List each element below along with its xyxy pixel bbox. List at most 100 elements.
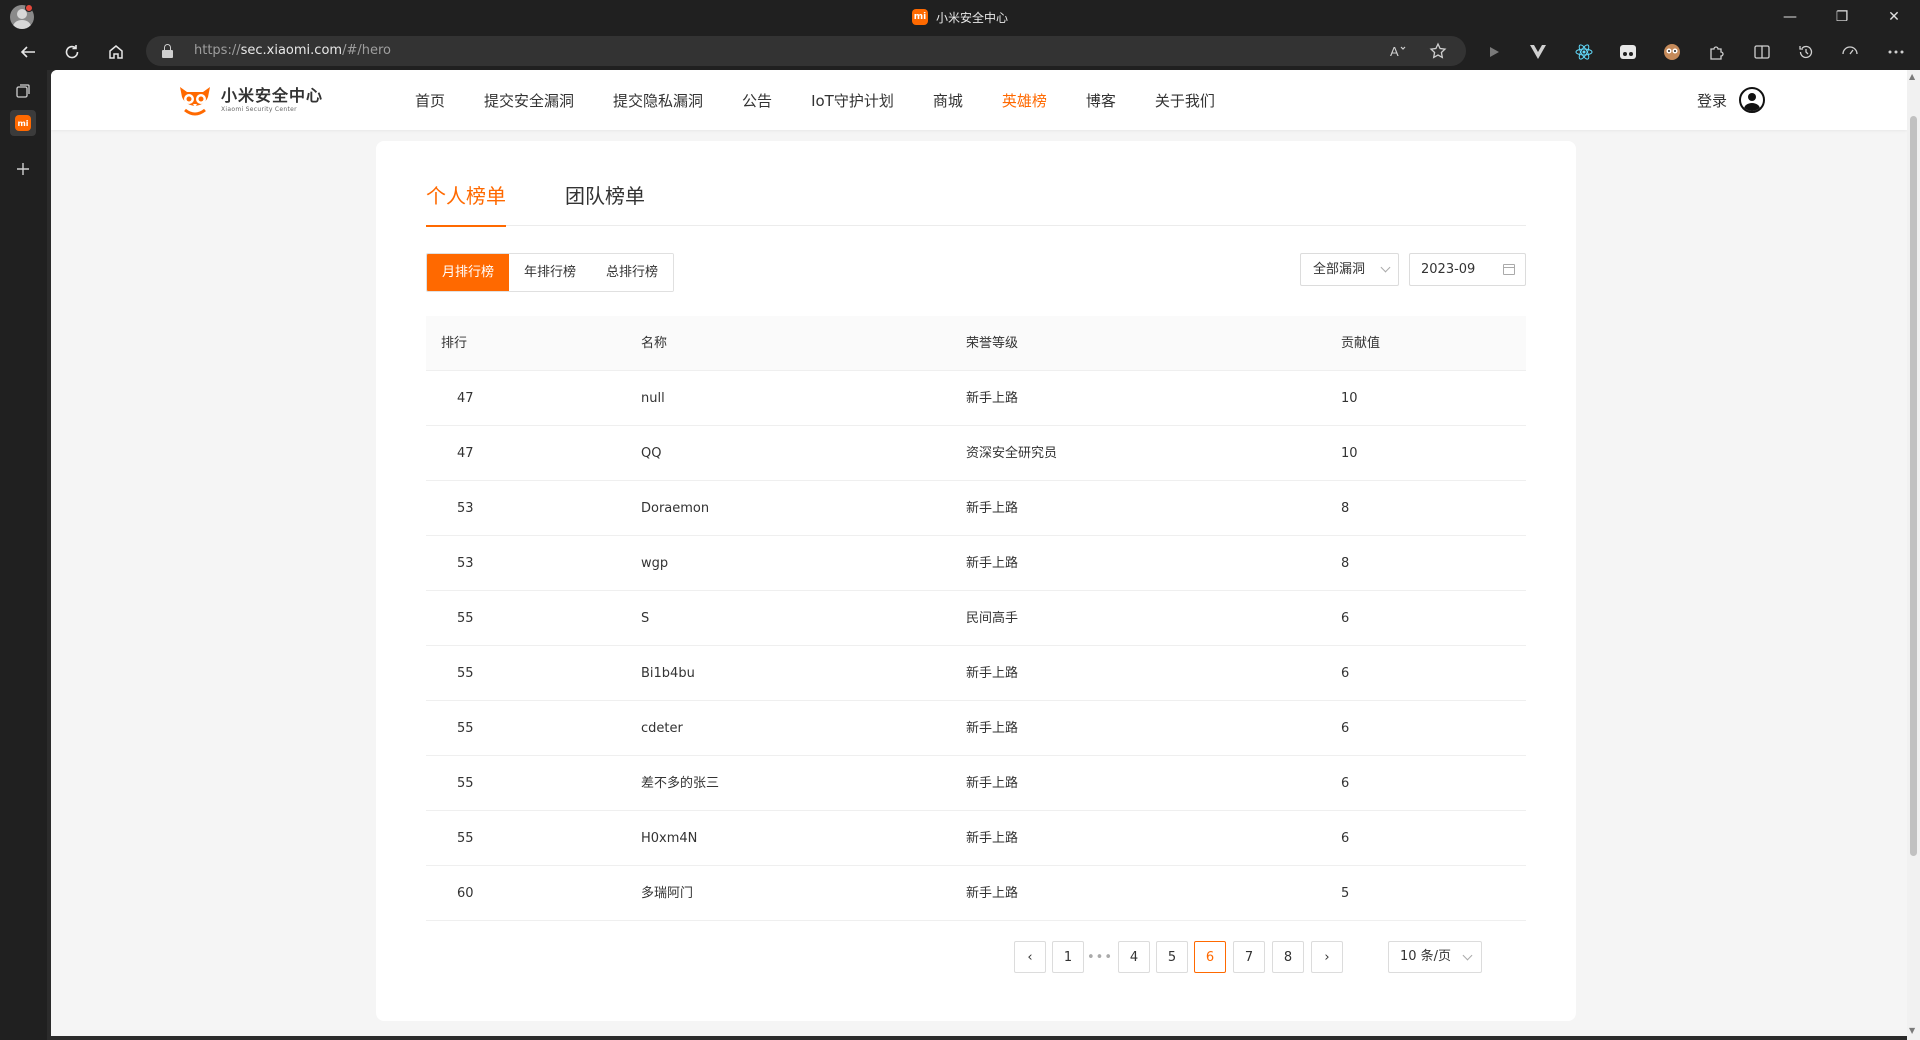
score-cell: 6	[1341, 611, 1350, 626]
name-cell: Doraemon	[641, 501, 710, 516]
play-extension-icon[interactable]	[1484, 42, 1504, 62]
col-level-header: 荣誉等级	[966, 336, 1019, 351]
lock-icon[interactable]	[162, 44, 173, 58]
table-body: 47 null 新手上路 10 47 QQ 资深安全研究员 10 53 Doraemon 新手上路 8…	[426, 371, 1526, 921]
url-text[interactable]: https://sec.xiaomi.com/#/hero	[194, 36, 391, 66]
tab-xiaomi-security[interactable]: mi	[10, 110, 36, 136]
table-header: 排行 名称 荣誉等级 贡献值	[426, 316, 1526, 371]
home-icon[interactable]	[102, 38, 130, 66]
page-ellipsis[interactable]: •••	[1084, 941, 1116, 973]
user-icon[interactable]	[1739, 87, 1766, 113]
nav-hall-of-fame[interactable]: 英雄榜	[1002, 90, 1047, 111]
site-header: 小米安全中心 Xiaomi Security Center 首页 提交安全漏洞 …	[51, 70, 1907, 130]
level-cell: 新手上路	[966, 776, 1019, 791]
window-controls: — ❐ ✕	[1764, 0, 1920, 34]
yearly-ranking-button[interactable]: 年排行榜	[509, 254, 592, 291]
react-devtools-icon[interactable]	[1574, 42, 1594, 62]
page-scrollbar[interactable]: ▲ ▼	[1907, 70, 1920, 1040]
nav-home[interactable]: 首页	[415, 90, 445, 111]
rank-cell: 53	[457, 556, 474, 571]
table-row: 55 S 民间高手 6	[426, 591, 1526, 646]
table-row: 55 Bi1b4bu 新手上路 6	[426, 646, 1526, 701]
month-picker[interactable]: 2023-09	[1409, 253, 1526, 286]
browser-toolbar: https://sec.xiaomi.com/#/hero A	[0, 34, 1920, 70]
restore-button[interactable]: ❐	[1816, 0, 1868, 34]
leaderboard-card: 个人榜单 团队榜单 月排行榜 年排行榜 总排行榜 全部漏洞 2023-09 排行…	[376, 141, 1576, 1021]
page-1-button[interactable]: 1	[1052, 941, 1084, 973]
login-link[interactable]: 登录	[1697, 90, 1727, 111]
nav-submit-privacy-vuln[interactable]: 提交隐私漏洞	[613, 90, 703, 111]
prev-page-button[interactable]: ‹	[1014, 941, 1046, 973]
page-6-button[interactable]: 6	[1194, 941, 1226, 973]
score-cell: 5	[1341, 886, 1350, 901]
next-page-button[interactable]: ›	[1311, 941, 1343, 973]
read-aloud-icon[interactable]: A	[1388, 41, 1408, 61]
score-cell: 6	[1341, 831, 1350, 846]
logo-title: 小米安全中心	[221, 86, 324, 105]
rank-cell: 55	[457, 611, 474, 626]
tab-actions-icon[interactable]	[10, 78, 36, 104]
extensions-puzzle-icon[interactable]	[1706, 42, 1726, 62]
extension-box-icon[interactable]	[1618, 42, 1638, 62]
new-tab-icon[interactable]	[10, 156, 36, 182]
minimize-button[interactable]: —	[1764, 0, 1816, 34]
page-7-button[interactable]: 7	[1233, 941, 1265, 973]
monthly-ranking-button[interactable]: 月排行榜	[427, 254, 510, 291]
table-row: 53 Doraemon 新手上路 8	[426, 481, 1526, 536]
nav-announcements[interactable]: 公告	[742, 90, 772, 111]
score-cell: 6	[1341, 776, 1350, 791]
rank-cell: 55	[457, 721, 474, 736]
address-bar[interactable]: https://sec.xiaomi.com/#/hero A	[146, 36, 1466, 66]
login-area[interactable]: 登录	[1697, 87, 1766, 113]
table-row: 55 H0xm4N 新手上路 6	[426, 811, 1526, 866]
page-viewport: 小米安全中心 Xiaomi Security Center 首页 提交安全漏洞 …	[51, 70, 1907, 1036]
name-cell: null	[641, 391, 665, 406]
more-options-icon[interactable]	[1886, 42, 1906, 62]
nav-about-us[interactable]: 关于我们	[1155, 90, 1215, 111]
page-5-button[interactable]: 5	[1156, 941, 1188, 973]
nav-iot-program[interactable]: IoT守护计划	[811, 90, 894, 111]
performance-icon[interactable]	[1840, 42, 1860, 62]
page-size-select[interactable]: 10 条/页	[1388, 941, 1482, 973]
site-logo[interactable]: 小米安全中心 Xiaomi Security Center	[177, 82, 323, 120]
board-tabs: 个人榜单 团队榜单	[426, 181, 1526, 227]
table-row: 55 cdeter 新手上路 6	[426, 701, 1526, 756]
tab-personal-board[interactable]: 个人榜单	[426, 181, 506, 227]
calendar-icon	[1503, 264, 1515, 275]
main-nav: 首页 提交安全漏洞 提交隐私漏洞 公告 IoT守护计划 商城 英雄榜 博客 关于…	[415, 70, 1254, 130]
name-cell: 多瑞阿门	[641, 886, 694, 901]
history-icon[interactable]	[1796, 42, 1816, 62]
nav-blog[interactable]: 博客	[1086, 90, 1116, 111]
ranking-table: 排行 名称 荣誉等级 贡献值 47 null 新手上路 10 47 QQ 资深安全研究员 10…	[426, 316, 1526, 921]
back-icon[interactable]	[14, 38, 42, 66]
face-extension-icon[interactable]	[1662, 42, 1682, 62]
nav-store[interactable]: 商城	[933, 90, 963, 111]
nav-submit-security-vuln[interactable]: 提交安全漏洞	[484, 90, 574, 111]
refresh-icon[interactable]	[58, 38, 86, 66]
score-cell: 6	[1341, 666, 1350, 681]
close-button[interactable]: ✕	[1868, 0, 1920, 34]
page-8-button[interactable]: 8	[1272, 941, 1304, 973]
favorite-star-icon[interactable]	[1428, 41, 1448, 61]
level-cell: 新手上路	[966, 556, 1019, 571]
name-cell: H0xm4N	[641, 831, 698, 846]
name-cell: cdeter	[641, 721, 683, 736]
vuln-type-select[interactable]: 全部漏洞	[1300, 253, 1399, 286]
mi-logo-icon: mi	[911, 9, 928, 25]
rank-cell: 60	[457, 886, 474, 901]
rank-cell: 47	[457, 391, 474, 406]
overall-ranking-button[interactable]: 总排行榜	[591, 254, 674, 291]
page-4-button[interactable]: 4	[1118, 941, 1150, 973]
vue-devtools-icon[interactable]	[1528, 42, 1548, 62]
chevron-down-icon	[1380, 262, 1391, 273]
table-row: 47 null 新手上路 10	[426, 371, 1526, 426]
tab-team-board[interactable]: 团队榜单	[565, 181, 645, 226]
owl-logo-icon	[177, 83, 213, 119]
level-cell: 新手上路	[966, 666, 1019, 681]
scroll-up-icon[interactable]: ▲	[1909, 72, 1915, 81]
scroll-down-icon[interactable]: ▼	[1909, 1026, 1915, 1035]
scroll-thumb[interactable]	[1910, 116, 1917, 856]
split-screen-icon[interactable]	[1752, 42, 1772, 62]
level-cell: 新手上路	[966, 501, 1019, 516]
score-cell: 8	[1341, 556, 1350, 571]
